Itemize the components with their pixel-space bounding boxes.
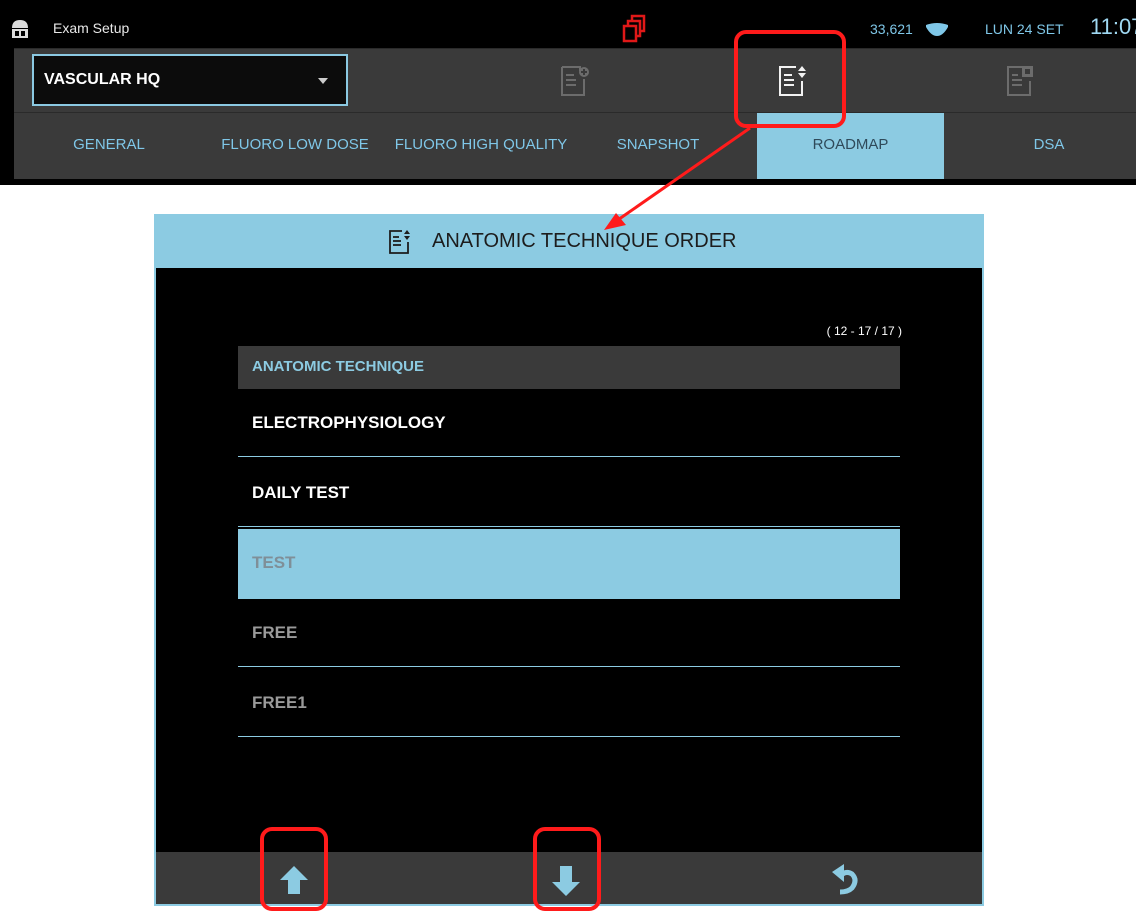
toolbar: VASCULAR HQ <box>14 48 1136 113</box>
list-item-label: TEST <box>252 553 296 572</box>
down-button-highlight <box>533 827 601 911</box>
tab-dsa[interactable]: DSA <box>964 113 1134 179</box>
list-item[interactable]: FREE <box>238 599 900 667</box>
list-header: ANATOMIC TECHNIQUE <box>238 346 900 389</box>
tab-snapshot[interactable]: SNAPSHOT <box>588 113 728 179</box>
list-item[interactable]: FREE1 <box>238 669 900 737</box>
list-item-label: FREE <box>252 623 298 642</box>
anatomic-technique-order-dialog: ANATOMIC TECHNIQUE ORDER ( 12 - 17 / 17 … <box>154 214 984 906</box>
dialog-title: ANATOMIC TECHNIQUE ORDER <box>432 230 737 252</box>
copy-document-icon[interactable] <box>1004 61 1038 101</box>
list-item-label: ELECTROPHYSIOLOGY <box>252 413 446 432</box>
exam-select-value: VASCULAR HQ <box>44 71 161 88</box>
storage-counter: 33,621 <box>870 21 913 37</box>
undo-icon[interactable] <box>820 852 872 904</box>
disk-icon <box>926 23 948 36</box>
up-button-highlight <box>260 827 328 911</box>
toolbar-icon-highlight <box>734 30 846 128</box>
tab-bar: GENERAL FLUORO LOW DOSE FLUORO HIGH QUAL… <box>14 112 1136 179</box>
list-item-label: FREE1 <box>252 693 307 712</box>
tab-fluoro-high-quality[interactable]: FLUORO HIGH QUALITY <box>382 113 580 179</box>
app-title: Exam Setup <box>53 20 130 36</box>
exam-setup-panel: Exam Setup 33,621 LUN 24 SET 11:07 VASCU… <box>0 0 1136 185</box>
tab-fluoro-low-dose[interactable]: FLUORO LOW DOSE <box>210 113 380 179</box>
list-item[interactable]: ELECTROPHYSIOLOGY <box>238 389 900 457</box>
chevron-down-icon <box>318 78 328 84</box>
time-display: 11:07 <box>1090 14 1136 39</box>
list-item-label: DAILY TEST <box>252 483 350 502</box>
add-document-icon[interactable] <box>558 61 592 101</box>
page-range: ( 12 - 17 / 17 ) <box>826 324 902 338</box>
image-stack-icon[interactable] <box>620 14 650 44</box>
dialog-header: ANATOMIC TECHNIQUE ORDER <box>156 216 982 268</box>
app-icon <box>12 20 28 38</box>
status-bar: Exam Setup 33,621 LUN 24 SET 11:07 <box>0 12 1136 48</box>
list-item-selected[interactable]: TEST <box>238 529 900 599</box>
exam-select[interactable]: VASCULAR HQ <box>32 54 348 106</box>
list-item[interactable]: DAILY TEST <box>238 459 900 527</box>
tab-general[interactable]: GENERAL <box>34 113 184 179</box>
list-header-label: ANATOMIC TECHNIQUE <box>252 358 424 375</box>
date-display: LUN 24 SET <box>985 21 1064 37</box>
reorder-document-icon <box>389 230 410 254</box>
